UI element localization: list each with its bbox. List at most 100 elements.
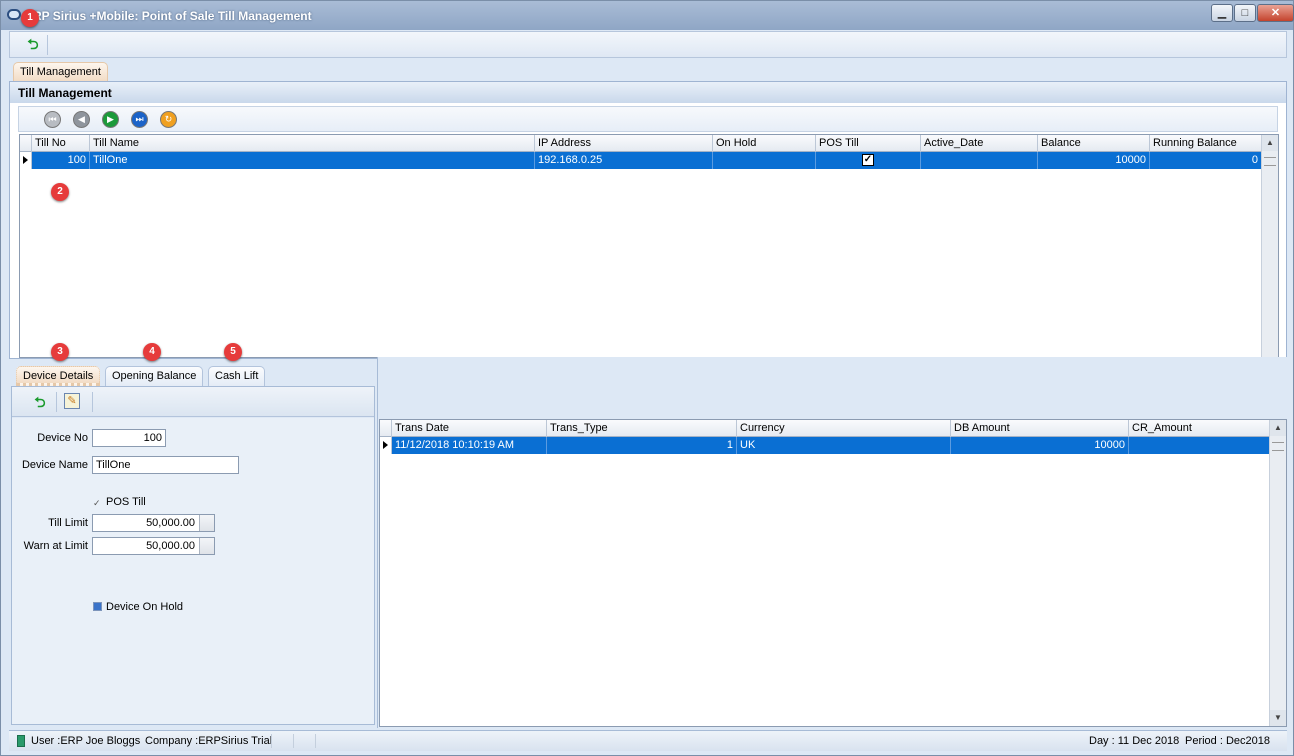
pos-till-checkbox[interactable]: ✓ (862, 154, 874, 166)
till-limit-value: 50,000.00 (146, 517, 195, 529)
checkbox-indicator-icon (93, 602, 102, 611)
minimize-button[interactable]: ▁ (1211, 4, 1233, 22)
db-amount-cell[interactable]: 10000 (951, 437, 1129, 454)
till-name-cell[interactable]: TillOne (90, 152, 535, 169)
marker-badge-1: 1 (21, 9, 39, 27)
till-no-cell[interactable]: 100 (32, 152, 90, 169)
column-header-balance[interactable]: Balance (1038, 135, 1150, 152)
marker-badge-3: 3 (51, 343, 69, 361)
scroll-up-icon[interactable]: ▲ (1262, 135, 1278, 151)
column-header-running-balance[interactable]: Running Balance (1150, 135, 1262, 152)
device-details-panel: ⮌ ✎ Device No 100 Device Name TillOne ✓ P… (11, 386, 375, 725)
till-limit-field[interactable]: 50,000.00 (92, 514, 215, 532)
tab-device-details[interactable]: Device Details (16, 366, 101, 386)
maximize-button[interactable]: □ (1234, 4, 1256, 22)
edit-icon[interactable]: ✎ (64, 393, 80, 409)
warn-at-limit-label: Warn at Limit (23, 540, 88, 552)
warn-at-limit-value: 50,000.00 (146, 540, 195, 552)
toolbar-separator (92, 392, 93, 412)
first-record-icon[interactable]: ⏮ (44, 111, 61, 128)
row-selector-header (380, 420, 392, 437)
status-icon (17, 735, 25, 747)
column-header-on-hold[interactable]: On Hold (713, 135, 816, 152)
status-separator (293, 734, 294, 748)
pos-till-cell[interactable]: ✓ (816, 152, 921, 169)
till-limit-spin-button[interactable] (199, 515, 214, 531)
scroll-down-icon[interactable]: ▼ (1270, 710, 1286, 726)
device-toolbar: ⮌ ✎ (12, 387, 374, 417)
column-header-trans-date[interactable]: Trans Date (392, 420, 547, 437)
active-date-cell[interactable] (921, 152, 1038, 169)
transactions-grid-scrollbar[interactable]: ▲ ▼ (1269, 420, 1286, 726)
scroll-thumb[interactable] (1272, 442, 1284, 451)
warn-at-limit-field[interactable]: 50,000.00 (92, 537, 215, 555)
column-header-trans-type[interactable]: Trans_Type (547, 420, 737, 437)
trans-date-cell[interactable]: 11/12/2018 10:10:19 AM (392, 437, 547, 454)
column-header-active-date[interactable]: Active_Date (921, 135, 1038, 152)
device-no-field[interactable]: 100 (92, 429, 166, 447)
tab-cash-lift[interactable]: Cash Lift (208, 366, 266, 386)
column-header-pos-till[interactable]: POS Till (816, 135, 921, 152)
tills-grid: Till No Till Name IP Address On Hold POS… (19, 134, 1279, 358)
tills-grid-header: Till No Till Name IP Address On Hold POS… (20, 135, 1262, 152)
tab-opening-balance[interactable]: Opening Balance (105, 366, 204, 386)
row-selector-header (20, 135, 32, 152)
pos-till-checkbox[interactable]: ✓ POS Till (93, 496, 146, 508)
column-header-cr-amount[interactable]: CR_Amount (1129, 420, 1270, 437)
undo-icon[interactable]: ⮌ (31, 393, 49, 411)
status-bar: User :ERP Joe Bloggs Company :ERPSirius … (9, 730, 1287, 751)
scroll-thumb[interactable] (1264, 157, 1276, 166)
balance-cell[interactable]: 10000 (1038, 152, 1150, 169)
refresh-icon[interactable]: ↻ (160, 111, 177, 128)
toolbar-separator (56, 392, 57, 412)
status-user: User :ERP Joe Bloggs (31, 735, 141, 747)
undo-icon[interactable]: ⮌ (24, 35, 42, 53)
status-separator (315, 734, 316, 748)
status-company: Company :ERPSirius Trial (145, 735, 273, 747)
column-header-currency[interactable]: Currency (737, 420, 951, 437)
column-header-ip-address[interactable]: IP Address (535, 135, 713, 152)
tills-grid-scrollbar[interactable]: ▲ (1261, 135, 1278, 357)
next-record-icon[interactable]: ▶ (102, 111, 119, 128)
device-name-field[interactable]: TillOne (92, 456, 239, 474)
currency-cell[interactable]: UK (737, 437, 951, 454)
device-on-hold-checkbox[interactable]: Device On Hold (93, 601, 183, 613)
navigation-toolbar: ⏮ ◀ ▶ ⏭ ↻ (18, 106, 1278, 132)
table-row[interactable]: 11/12/2018 10:10:19 AM 1 UK 10000 (380, 437, 1270, 454)
transactions-grid-header: Trans Date Trans_Type Currency DB Amount… (380, 420, 1270, 437)
main-toolbar: ⮌ (9, 31, 1287, 58)
main-window: ERP Sirius +Mobile: Point of Sale Till M… (0, 0, 1294, 756)
pos-till-label: POS Till (106, 496, 146, 508)
last-record-icon[interactable]: ⏭ (131, 111, 148, 128)
scroll-up-icon[interactable]: ▲ (1270, 420, 1286, 436)
on-hold-cell[interactable] (713, 152, 816, 169)
ip-address-cell[interactable]: 192.168.0.25 (535, 152, 713, 169)
row-indicator-icon (20, 152, 32, 169)
warn-at-limit-spin-button[interactable] (199, 538, 214, 554)
device-form: Device No 100 Device Name TillOne ✓ POS T… (12, 418, 374, 724)
device-on-hold-label: Device On Hold (106, 601, 184, 613)
column-header-db-amount[interactable]: DB Amount (951, 420, 1129, 437)
app-icon[interactable] (7, 9, 21, 20)
column-header-till-name[interactable]: Till Name (90, 135, 535, 152)
marker-badge-5: 5 (224, 343, 242, 361)
transactions-panel: Trans Date Trans_Type Currency DB Amount… (377, 357, 1287, 728)
status-period: Period : Dec2018 (1185, 735, 1270, 747)
trans-type-cell[interactable]: 1 (547, 437, 737, 454)
cr-amount-cell[interactable] (1129, 437, 1270, 454)
till-limit-label: Till Limit (48, 517, 88, 529)
panel-title: Till Management (10, 82, 1286, 103)
previous-record-icon[interactable]: ◀ (73, 111, 90, 128)
table-row[interactable]: 100 TillOne 192.168.0.25 ✓ 10000 0 (20, 152, 1262, 169)
close-button[interactable]: ✕ (1257, 4, 1294, 22)
device-no-label: Device No (37, 432, 88, 444)
marker-badge-4: 4 (143, 343, 161, 361)
column-header-till-no[interactable]: Till No (32, 135, 90, 152)
marker-badge-2: 2 (51, 183, 69, 201)
transactions-grid: Trans Date Trans_Type Currency DB Amount… (379, 419, 1287, 727)
row-indicator-icon (380, 437, 392, 454)
toolbar-separator (47, 35, 48, 55)
title-bar: ERP Sirius +Mobile: Point of Sale Till M… (1, 1, 1294, 30)
tab-till-management[interactable]: Till Management (13, 62, 108, 81)
running-balance-cell[interactable]: 0 (1150, 152, 1262, 169)
